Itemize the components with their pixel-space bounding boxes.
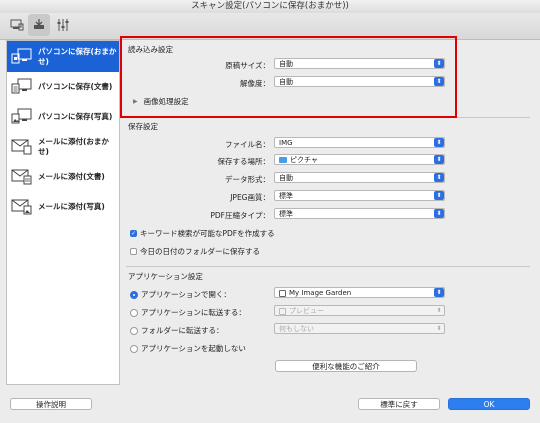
scan-mode-sidebar: パソコンに保存(おまかせ) パソコンに保存(文書) パソコンに保存(写真) メー…	[6, 40, 120, 385]
select-arrows-icon: ⬍	[434, 209, 444, 218]
ok-button[interactable]: OK	[448, 398, 530, 410]
select-arrows-icon: ⬍	[434, 138, 444, 147]
select-arrows-icon: ⬍	[434, 191, 444, 200]
window-title: スキャン設定(パソコンに保存(おまかせ))	[0, 0, 540, 14]
file-name-value: IMG	[279, 139, 293, 147]
radio-empty-icon	[130, 344, 138, 353]
sidebar-item-label: メールに添付(文書)	[38, 172, 105, 181]
send-to-app-value: プレビュー	[289, 307, 324, 315]
pdf-compression-label: PDF圧縮タイプ：	[210, 211, 270, 220]
sidebar-item-save-photo[interactable]: パソコンに保存(写真)	[7, 102, 119, 132]
scan-from-computer-icon[interactable]	[6, 14, 28, 36]
open-with-app-value: My Image Garden	[289, 289, 352, 297]
keyword-pdf-label: キーワード検索が可能なPDFを作成する	[140, 229, 275, 238]
defaults-button[interactable]: 標準に戻す	[358, 398, 440, 410]
app-icon	[279, 307, 286, 315]
save-settings-title: 保存設定	[128, 122, 158, 131]
jpeg-quality-select[interactable]: 標準 ⬍	[274, 190, 445, 201]
data-format-label: データ形式：	[225, 175, 270, 184]
jpeg-quality-value: 標準	[279, 192, 293, 200]
general-settings-icon[interactable]	[52, 14, 74, 36]
instructions-button[interactable]: 操作説明	[10, 398, 92, 410]
do-not-start-app-label: アプリケーションを起動しない	[141, 344, 246, 353]
save-in-select[interactable]: ピクチャ ⬍	[274, 154, 445, 165]
send-to-folder-value: 何もしない	[279, 325, 314, 333]
more-functions-button[interactable]: 便利な機能のご紹介	[275, 360, 417, 372]
save-document-icon	[11, 78, 32, 94]
sidebar-item-label: パソコンに保存(おまかせ)	[38, 46, 117, 66]
divider	[126, 266, 530, 267]
radio-empty-icon	[130, 308, 138, 317]
checkmark-icon: ✓	[130, 230, 137, 237]
sidebar-item-mail-auto[interactable]: メールに添付(おまかせ)	[7, 132, 119, 162]
send-to-app-label: アプリケーションに転送する：	[141, 308, 246, 317]
app-icon	[279, 289, 286, 297]
scan-options-highlight	[120, 36, 457, 118]
select-arrows-icon: ⬍	[436, 307, 442, 314]
pdf-compression-select[interactable]: 標準 ⬍	[274, 208, 445, 219]
folder-icon	[279, 157, 287, 163]
checkbox-empty-icon	[130, 248, 137, 255]
radio-empty-icon	[130, 326, 138, 335]
date-folder-label: 今日の日付のフォルダーに保存する	[140, 247, 260, 256]
mail-document-icon	[11, 169, 32, 185]
open-with-app-select[interactable]: My Image Garden ⬍	[274, 287, 445, 298]
select-arrows-icon: ⬍	[434, 288, 444, 297]
open-with-app-radio[interactable]: アプリケーションで開く：	[130, 289, 231, 300]
sidebar-item-label: メールに添付(おまかせ)	[38, 137, 109, 156]
sidebar-item-save-document[interactable]: パソコンに保存(文書)	[7, 72, 119, 102]
data-format-select[interactable]: 自動 ⬍	[274, 172, 445, 183]
sidebar-item-save-auto[interactable]: パソコンに保存(おまかせ)	[7, 41, 119, 72]
open-with-app-label: アプリケーションで開く：	[141, 290, 231, 299]
save-in-value: ピクチャ	[290, 156, 318, 164]
do-not-start-app-radio[interactable]: アプリケーションを起動しない	[130, 343, 246, 354]
send-to-folder-select[interactable]: 何もしない ⬍	[274, 323, 445, 334]
jpeg-quality-label: JPEG画質：	[230, 193, 270, 202]
send-to-app-select[interactable]: プレビュー ⬍	[274, 305, 445, 316]
scan-settings-window: スキャン設定(パソコンに保存(おまかせ)) パソコンに保存(おまかせ) パソコン…	[0, 0, 540, 423]
sidebar-item-label: パソコンに保存(文書)	[38, 82, 113, 91]
keyword-pdf-checkbox[interactable]: ✓ キーワード検索が可能なPDFを作成する	[130, 228, 275, 239]
date-folder-checkbox[interactable]: 今日の日付のフォルダーに保存する	[130, 246, 260, 257]
file-name-select[interactable]: IMG ⬍	[274, 137, 445, 148]
save-auto-icon	[11, 48, 32, 63]
select-arrows-icon: ⬍	[436, 325, 442, 332]
select-arrows-icon: ⬍	[434, 173, 444, 182]
sidebar-item-label: メールに添付(写真)	[38, 202, 105, 211]
save-photo-icon	[11, 108, 32, 124]
send-to-folder-label: フォルダーに転送する：	[141, 326, 224, 335]
sidebar-item-mail-document[interactable]: メールに添付(文書)	[7, 162, 119, 192]
mail-auto-icon	[11, 139, 32, 155]
radio-selected-icon	[130, 290, 138, 299]
sidebar-item-label: パソコンに保存(写真)	[38, 112, 113, 121]
pdf-compression-value: 標準	[279, 210, 293, 218]
select-arrows-icon: ⬍	[434, 155, 444, 164]
save-in-label: 保存する場所：	[217, 157, 271, 166]
file-name-label: ファイル名：	[225, 140, 270, 149]
sidebar-item-mail-photo[interactable]: メールに添付(写真)	[7, 192, 119, 222]
send-to-folder-radio[interactable]: フォルダーに転送する：	[130, 325, 224, 336]
app-settings-title: アプリケーション設定	[128, 272, 203, 281]
send-to-app-radio[interactable]: アプリケーションに転送する：	[130, 307, 246, 318]
scan-from-operation-panel-icon[interactable]	[28, 14, 50, 36]
mail-photo-icon	[11, 199, 32, 215]
data-format-value: 自動	[279, 174, 293, 182]
